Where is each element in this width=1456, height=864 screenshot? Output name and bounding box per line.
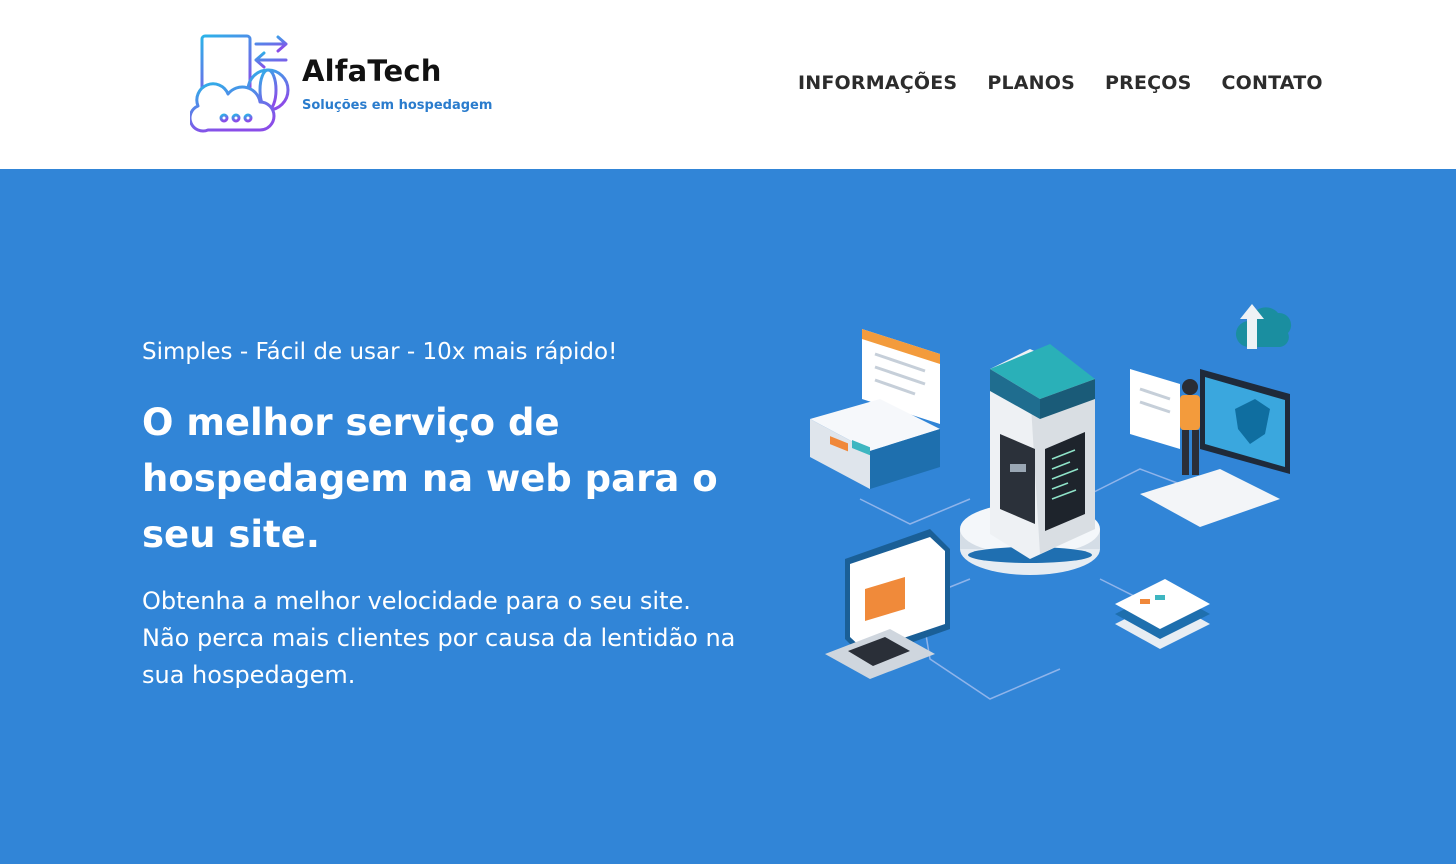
person-at-screen-icon	[1130, 304, 1292, 527]
brand-name: AlfaTech	[302, 54, 442, 88]
main-nav: INFORMAÇÕES PLANOS PREÇOS CONTATO	[798, 72, 1323, 98]
nav-item-informacoes[interactable]: INFORMAÇÕES	[798, 72, 957, 98]
nav-item-contato[interactable]: CONTATO	[1222, 72, 1323, 98]
hero-description: Obtenha a melhor velocidade para o seu s…	[142, 587, 736, 689]
site-header: AlfaTech Soluções em hospedagem INFORMAÇ…	[0, 0, 1456, 169]
hero-kicker: Simples - Fácil de usar - 10x mais rápid…	[142, 339, 618, 365]
server-cloud-logo-icon	[190, 34, 290, 133]
brand-tagline: Soluções em hospedagem	[302, 98, 493, 113]
document-cards-icon	[810, 329, 940, 489]
isometric-hosting-server-illustration	[810, 304, 1292, 700]
laptop-icon	[825, 529, 950, 679]
hero-title: O melhor serviço de hospedagem na web pa…	[142, 401, 718, 556]
brand-logo[interactable]: AlfaTech Soluções em hospedagem	[190, 32, 500, 136]
server-tower-icon	[960, 344, 1100, 575]
nav-item-precos[interactable]: PREÇOS	[1105, 72, 1192, 98]
small-cards-icon	[1115, 579, 1210, 649]
hero-section: Simples - Fácil de usar - 10x mais rápid…	[0, 169, 1456, 864]
nav-item-planos[interactable]: PLANOS	[987, 72, 1075, 98]
